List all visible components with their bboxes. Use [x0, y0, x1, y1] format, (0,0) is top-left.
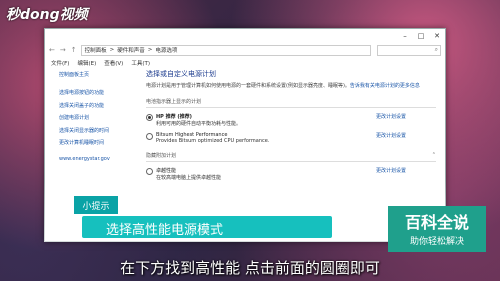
maximize-icon[interactable]: □ [413, 32, 429, 40]
baike-title: 百科全说 [404, 213, 469, 232]
plan-row-bitsum[interactable]: Bitsum Highest Performance Provides Bits… [146, 132, 436, 144]
sidebar-home-link[interactable]: 控制面板主页 [59, 71, 139, 78]
plan-hp-desc: 利用可用的硬件自动平衡功耗与性能。 [156, 121, 242, 127]
watermark-logo: 秒dong视频 [6, 7, 88, 23]
baike-subtitle: 助你轻松解决 [409, 237, 464, 247]
up-icon[interactable]: ↑ [71, 46, 77, 54]
sidebar-item-lid[interactable]: 选择关闭盖子的功能 [59, 102, 139, 109]
page-title: 选择或自定义电源计划 [146, 70, 216, 78]
search-input[interactable]: ⌕ [377, 44, 441, 56]
main-panel: 选择或自定义电源计划 电源计划是用于管理计算机如何使用电源的一套硬件和系统设置(… [146, 69, 436, 181]
sidebar-item-display-off[interactable]: 选择关闭显示器的时间 [59, 127, 139, 134]
search-icon: ⌕ [434, 46, 438, 53]
menu-view[interactable]: 查看(V) [104, 59, 123, 67]
tip-tag: 小提示 [74, 196, 118, 214]
section-header-hidden-plans[interactable]: 隐藏附加计划 ⌃ [146, 150, 436, 162]
plan-row-hp[interactable]: HP 推荐 (推荐) 利用可用的硬件自动平衡功耗与性能。 更改计划设置 [146, 113, 436, 127]
menu-file[interactable]: 文件(F) [51, 59, 69, 67]
plan-bitsum-desc: Provides Bitsum optimized CPU performanc… [156, 138, 270, 144]
sidebar-item-power-button[interactable]: 选择电源按钮的功能 [59, 89, 139, 96]
page-description: 电源计划是用于管理计算机如何使用电源的一套硬件和系统设置(例如显示器亮度、睡眠等… [146, 83, 420, 89]
plan-ultimate-settings-link[interactable]: 更改计划设置 [376, 167, 436, 181]
breadcrumb[interactable]: 控制面板 > 硬件和声音 > 电源选项 [80, 44, 371, 56]
menu-tools[interactable]: 工具(T) [131, 59, 150, 67]
plan-hp-settings-link[interactable]: 更改计划设置 [376, 113, 436, 127]
baike-logo: 百科全说 助你轻松解决 [388, 206, 486, 252]
plan-ultimate-name: 卓越性能 [156, 168, 177, 174]
caption-text: 选择高性能电源模式 [106, 223, 224, 238]
plan-bitsum-settings-link[interactable]: 更改计划设置 [376, 132, 436, 144]
plan-hp-radio[interactable] [146, 114, 153, 121]
minimize-icon[interactable]: – [397, 32, 413, 40]
sidebar-energystar-link[interactable]: www.energystar.gov [59, 156, 139, 162]
crumb-control-panel[interactable]: 控制面板 [85, 46, 107, 54]
crumb-power-options[interactable]: 电源选项 [155, 46, 177, 54]
back-icon[interactable]: ← [49, 46, 55, 54]
menu-bar: 文件(F) 编辑(E) 查看(V) 工具(T) [45, 57, 445, 68]
close-icon[interactable]: ✕ [429, 32, 445, 40]
video-subtitle: 在下方找到高性能 点击前面的圆圈即可 [120, 259, 380, 277]
caption-banner: 选择高性能电源模式 [82, 216, 332, 238]
section-header-battery-plans: 电池指示器上显示的计划 [146, 96, 436, 108]
learn-more-link[interactable]: 告诉我有关电源计划的更多信息 [350, 83, 420, 89]
sidebar-item-create-plan[interactable]: 创建电源计划 [59, 114, 139, 121]
crumb-hardware[interactable]: 硬件和声音 [117, 46, 145, 54]
forward-icon[interactable]: → [60, 46, 66, 54]
plan-ultimate-radio[interactable] [146, 168, 153, 175]
sidebar-item-sleep[interactable]: 更改计算机睡眠时间 [59, 139, 139, 146]
plan-hp-name: HP 推荐 (推荐) [156, 114, 192, 120]
address-bar: ← → ↑ 控制面板 > 硬件和声音 > 电源选项 ⌕ [45, 43, 445, 57]
menu-edit[interactable]: 编辑(E) [77, 59, 96, 67]
plan-row-ultimate[interactable]: 卓越性能 在较高端电脑上提供卓越性能 更改计划设置 [146, 167, 436, 181]
sidebar: 控制面板主页 选择电源按钮的功能 选择关闭盖子的功能 创建电源计划 选择关闭显示… [59, 71, 139, 168]
title-bar: – □ ✕ [45, 29, 445, 43]
plan-bitsum-radio[interactable] [146, 133, 153, 140]
chevron-up-icon[interactable]: ⌃ [432, 152, 436, 159]
